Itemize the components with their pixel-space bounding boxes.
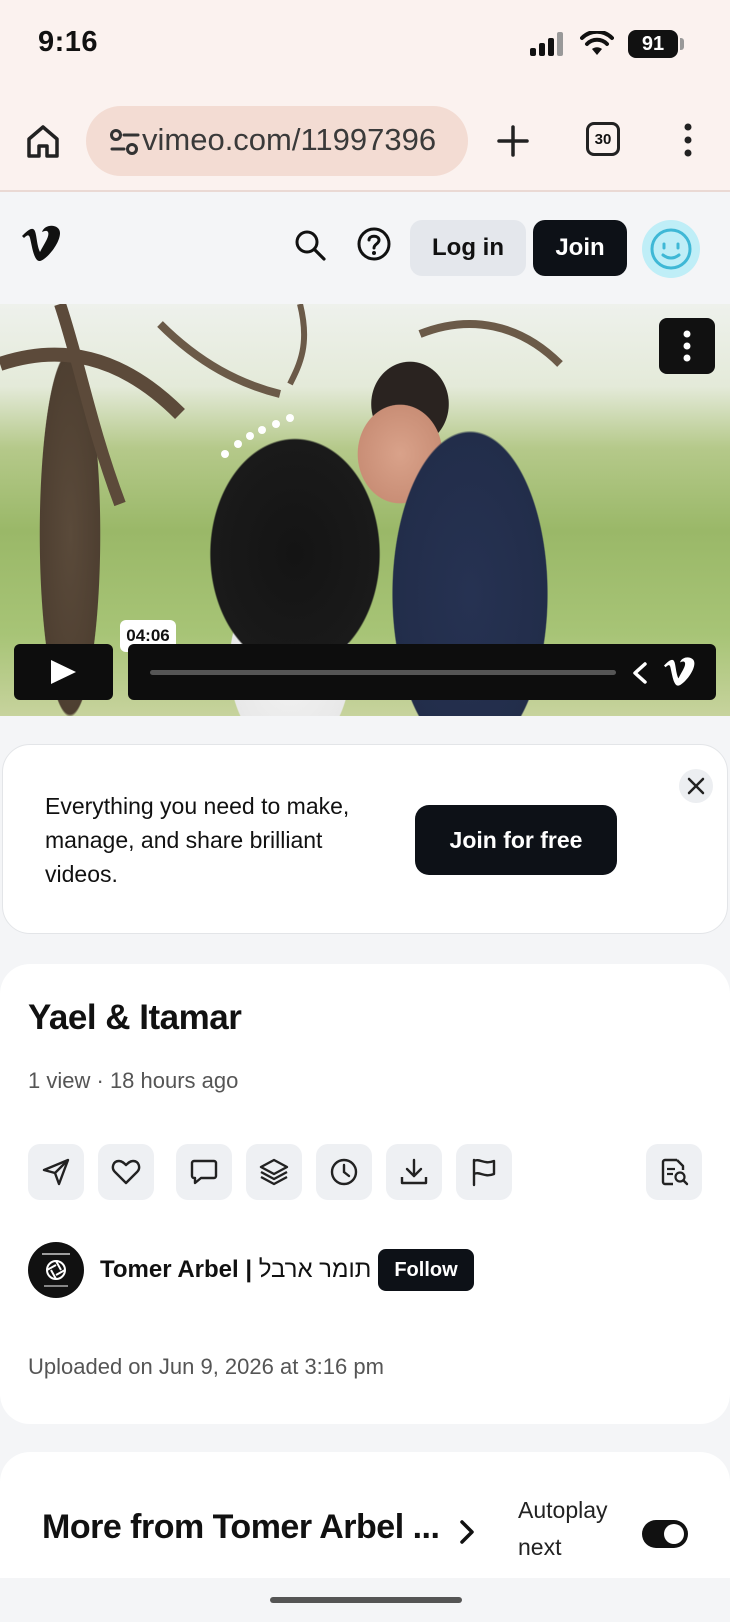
owner-name-hebrew: תומר ארבל <box>258 1256 372 1283</box>
status-bar: 9:16 91 <box>0 0 730 92</box>
upload-date: Uploaded on Jun 9, 2026 at 3:16 pm <box>28 1354 384 1379</box>
play-icon <box>51 660 76 684</box>
follow-button[interactable]: Follow <box>378 1249 474 1291</box>
close-icon <box>687 777 705 795</box>
status-icons: 91 <box>530 30 684 58</box>
transcript-icon <box>661 1158 689 1186</box>
owner-avatar[interactable] <box>28 1242 84 1298</box>
vimeo-logo-icon[interactable] <box>662 656 698 688</box>
home-icon[interactable] <box>24 122 62 160</box>
tab-switcher-button[interactable]: 30 <box>586 122 620 156</box>
site-settings-icon[interactable] <box>110 129 140 155</box>
report-icon <box>472 1158 496 1187</box>
battery-level: 91 <box>628 30 678 58</box>
watch-later-button[interactable] <box>316 1144 372 1200</box>
promo-text: Everything you need to make, manage, and… <box>45 793 350 887</box>
video-meta: 1 view · 18 hours ago <box>28 1068 238 1094</box>
close-promo-button[interactable] <box>679 769 713 803</box>
owner-row: Tomer Arbel | תומר ארבל Follow <box>28 1242 528 1298</box>
user-face-icon <box>650 228 692 270</box>
video-player[interactable]: 04:06 <box>0 304 730 716</box>
collections-icon <box>259 1158 289 1186</box>
owner-name-latin: Tomer Arbel | <box>100 1256 253 1283</box>
video-title: Yael & Itamar <box>28 998 242 1037</box>
owner-name[interactable]: Tomer Arbel | תומר ארבל <box>100 1256 371 1284</box>
like-icon <box>111 1159 141 1185</box>
site-header: Log in Join <box>0 194 730 304</box>
status-time: 9:16 <box>38 26 99 58</box>
join-for-free-button[interactable]: Join for free <box>415 805 617 875</box>
help-icon[interactable] <box>356 226 392 262</box>
download-icon <box>400 1158 428 1185</box>
more-vert-icon <box>683 330 691 362</box>
battery-icon: 91 <box>628 30 684 58</box>
action-row <box>28 1144 702 1200</box>
view-count: 1 view <box>28 1068 91 1093</box>
collections-button[interactable] <box>246 1144 302 1200</box>
chevron-right-icon[interactable] <box>458 1518 476 1546</box>
control-bar <box>128 644 716 700</box>
more-from-title[interactable]: More from Tomer Arbel ... <box>42 1508 440 1547</box>
vimeo-logo-icon[interactable] <box>20 224 64 264</box>
comment-icon <box>190 1159 218 1185</box>
page: 9:16 91 vimeo.com/11997396 30 Log in Joi… <box>0 0 730 1622</box>
owner-logo-icon <box>29 1243 83 1297</box>
wifi-icon <box>580 31 614 55</box>
share-button[interactable] <box>28 1144 84 1200</box>
transcript-button[interactable] <box>646 1144 702 1200</box>
download-button[interactable] <box>386 1144 442 1200</box>
toggle-knob <box>664 1524 684 1544</box>
join-button[interactable]: Join <box>533 220 627 276</box>
comment-button[interactable] <box>176 1144 232 1200</box>
chevron-left-icon[interactable] <box>630 660 650 686</box>
browser-toolbar: vimeo.com/11997396 30 <box>0 92 730 192</box>
signup-promo: Everything you need to make, manage, and… <box>2 744 728 934</box>
autoplay-toggle[interactable] <box>642 1520 688 1548</box>
like-button[interactable] <box>98 1144 154 1200</box>
url-text: vimeo.com/11997396 <box>142 122 437 157</box>
progress-bar[interactable] <box>150 670 616 675</box>
more-vert-icon[interactable] <box>676 120 700 160</box>
search-icon[interactable] <box>293 228 327 262</box>
play-button[interactable] <box>14 644 113 700</box>
watch-later-icon <box>330 1158 358 1186</box>
report-button[interactable] <box>456 1144 512 1200</box>
new-tab-icon[interactable] <box>494 122 532 160</box>
home-indicator[interactable] <box>270 1597 462 1603</box>
signal-icon <box>530 32 563 56</box>
meta-separator: · <box>96 1068 110 1093</box>
login-button[interactable]: Log in <box>410 220 526 276</box>
video-info: Yael & Itamar 1 view · 18 hours ago Tome… <box>0 964 730 1424</box>
address-bar[interactable]: vimeo.com/11997396 <box>86 106 468 176</box>
video-menu-button[interactable] <box>659 318 715 374</box>
share-icon <box>42 1158 70 1186</box>
avatar[interactable] <box>642 220 700 278</box>
autoplay-label: Autoplay next <box>518 1497 608 1560</box>
upload-age: 18 hours ago <box>109 1068 239 1093</box>
